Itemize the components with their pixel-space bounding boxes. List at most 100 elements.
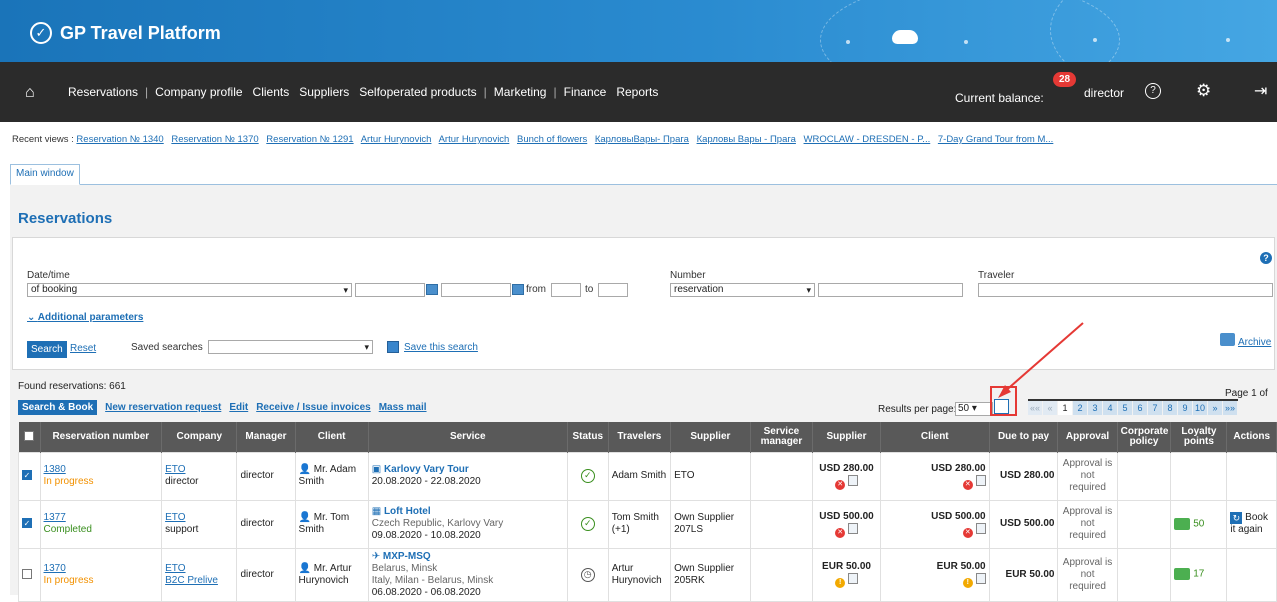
invoice-add-icon[interactable] (975, 522, 986, 534)
saved-searches-select[interactable]: ▾ (208, 340, 373, 354)
gear-icon[interactable]: ⚙ (1196, 81, 1211, 101)
recent-link[interactable]: 7-Day Grand Tour from M... (938, 134, 1053, 145)
service-name-link[interactable]: MXP-MSQ (383, 551, 431, 562)
company-link[interactable]: ETO (165, 512, 185, 523)
recent-link[interactable]: Bunch of flowers (517, 134, 587, 145)
number-input[interactable] (818, 283, 963, 297)
search-and-book-button[interactable]: Search & Book (18, 400, 98, 415)
save-icon[interactable] (387, 341, 399, 353)
nav-company-profile[interactable]: Company profile (150, 85, 247, 99)
calendar-icon[interactable] (512, 284, 524, 295)
invoice-icon[interactable] (975, 573, 986, 584)
pager-page[interactable]: 4 (1103, 401, 1118, 415)
help-icon[interactable]: ? (1260, 252, 1272, 264)
service-name-link[interactable]: Karlovy Vary Tour (384, 464, 469, 475)
reset-link[interactable]: Reset (70, 343, 96, 354)
traveler-input[interactable] (978, 283, 1273, 297)
table-row[interactable]: 1370 In progress ETO B2C Prelive directo… (18, 547, 1277, 602)
nav-reservations[interactable]: Reservations (63, 85, 143, 99)
hour-to-input[interactable] (598, 283, 628, 297)
receive-issue-invoices-link[interactable]: Receive / Issue invoices (256, 402, 371, 413)
row-checkbox[interactable] (22, 568, 32, 579)
nav-marketing[interactable]: Marketing (489, 85, 552, 99)
pager-first[interactable]: «« (1028, 401, 1043, 415)
company-link[interactable]: ETO (165, 464, 185, 475)
row-checkbox[interactable]: ✓ (22, 518, 32, 529)
mass-mail-link[interactable]: Mass mail (379, 402, 427, 413)
nav-suppliers[interactable]: Suppliers (294, 85, 354, 99)
archive-icon[interactable] (1220, 333, 1235, 346)
calendar-icon[interactable] (426, 284, 438, 295)
recent-link[interactable]: Artur Hurynovich (439, 134, 510, 145)
col-manager[interactable]: Manager (236, 422, 296, 452)
refresh-icon[interactable]: ↻ (1230, 512, 1243, 524)
select-all-checkbox-header[interactable] (18, 422, 41, 452)
unpaid-icon[interactable]: ✕ (835, 479, 846, 490)
pager-page[interactable]: 6 (1133, 401, 1148, 415)
row-checkbox[interactable]: ✓ (22, 470, 32, 481)
recent-link[interactable]: Reservation № 1340 (76, 134, 163, 145)
col-supplier[interactable]: Supplier (670, 422, 751, 452)
warning-icon[interactable]: ! (962, 578, 973, 588)
unpaid-icon[interactable]: ✕ (962, 479, 973, 490)
pager-page[interactable]: 9 (1178, 401, 1193, 415)
reservation-number-link[interactable]: 1370 (44, 563, 66, 574)
notification-badge[interactable]: 28 (1053, 72, 1077, 87)
select-all-checkbox[interactable] (24, 431, 34, 442)
row-select-cell[interactable] (18, 547, 41, 602)
company-link[interactable]: ETO (165, 563, 185, 574)
nav-selfoperated-products[interactable]: Selfoperated products (354, 85, 481, 99)
logout-icon[interactable]: ⇥ (1254, 81, 1267, 101)
datetime-select[interactable]: of booking ▾ (27, 283, 352, 297)
user-menu[interactable]: director (1084, 86, 1124, 100)
unpaid-icon[interactable]: ✕ (835, 527, 846, 538)
pager-page[interactable]: 3 (1088, 401, 1103, 415)
nav-finance[interactable]: Finance (559, 85, 612, 99)
tab-main-window[interactable]: Main window (10, 164, 80, 185)
row-select-cell[interactable]: ✓ (18, 499, 41, 549)
pager-next[interactable]: » (1208, 401, 1223, 415)
reservation-number-link[interactable]: 1377 (44, 512, 66, 523)
recent-link[interactable]: Reservation № 1291 (266, 134, 353, 145)
pager-prev[interactable]: « (1043, 401, 1058, 415)
app-logo[interactable]: ✓ GP Travel Platform (30, 22, 221, 44)
hour-from-input[interactable] (551, 283, 581, 297)
pager-page[interactable]: 7 (1148, 401, 1163, 415)
col-service[interactable]: Service (368, 422, 568, 452)
col-loyalty-points[interactable]: Loyalty points (1170, 422, 1228, 452)
search-button[interactable]: Search (27, 341, 67, 358)
col-status[interactable]: Status (567, 422, 609, 452)
recent-link[interactable]: Карловы Вары - Прага (697, 134, 796, 145)
pager-page[interactable]: 1 (1058, 401, 1073, 415)
col-corporate-policy[interactable]: Corporate policy (1117, 422, 1172, 452)
reservation-number-link[interactable]: 1380 (44, 464, 66, 475)
number-type-select[interactable]: reservation ▾ (670, 283, 815, 297)
date-from-input[interactable] (355, 283, 425, 297)
recent-link[interactable]: WROCLAW - DRESDEN - P... (804, 134, 931, 145)
warning-icon[interactable]: ! (835, 578, 846, 588)
invoice-icon[interactable] (847, 522, 858, 534)
col-client[interactable]: Client (295, 422, 369, 452)
recent-link[interactable]: КарловыВары- Прага (595, 134, 689, 145)
invoice-icon[interactable] (847, 474, 858, 486)
col-company[interactable]: Company (161, 422, 238, 452)
service-name-link[interactable]: Loft Hotel (384, 506, 431, 517)
col-client-amount[interactable]: Client (880, 422, 990, 452)
new-reservation-request-link[interactable]: New reservation request (105, 402, 221, 413)
company-sub-link[interactable]: B2C Prelive (165, 575, 218, 586)
unpaid-icon[interactable]: ✕ (962, 527, 973, 538)
col-reservation-number[interactable]: Reservation number (40, 422, 163, 452)
invoice-icon[interactable] (975, 474, 986, 486)
col-travelers[interactable]: Travelers (608, 422, 672, 452)
current-balance-label[interactable]: Current balance: (955, 91, 1044, 105)
row-select-cell[interactable]: ✓ (18, 451, 41, 501)
col-service-manager[interactable]: Service manager (750, 422, 814, 452)
invoice-icon[interactable] (847, 573, 858, 584)
results-per-page-select[interactable]: 50 ▾ (955, 402, 993, 416)
save-search-link[interactable]: Save this search (404, 342, 478, 353)
date-to-input[interactable] (441, 283, 511, 297)
col-due-to-pay[interactable]: Due to pay (989, 422, 1059, 452)
pager-page[interactable]: 2 (1073, 401, 1088, 415)
col-approval[interactable]: Approval (1057, 422, 1118, 452)
table-row[interactable]: ✓ 1380 In progress ETO director director… (18, 451, 1277, 501)
